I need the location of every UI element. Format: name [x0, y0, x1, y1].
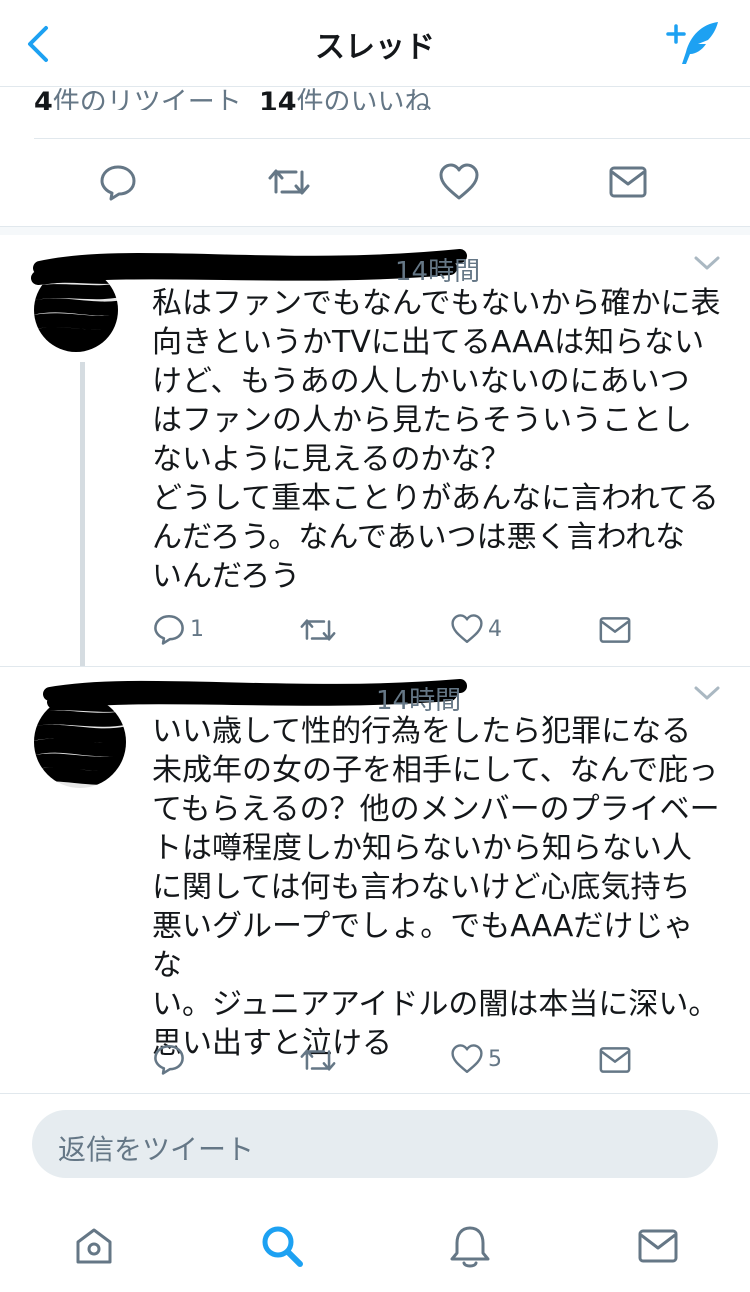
- more-options-button[interactable]: [692, 684, 722, 708]
- heart-icon: [451, 614, 483, 643]
- reply-icon: [154, 1044, 184, 1075]
- tab-notifications[interactable]: [440, 1216, 500, 1276]
- reply-button[interactable]: 1: [152, 612, 204, 646]
- like-button[interactable]: 4: [450, 613, 502, 645]
- chevron-down-icon: [694, 256, 720, 270]
- retweet-button[interactable]: [266, 162, 312, 202]
- compose-tweet-icon: [666, 22, 718, 64]
- retweet-button[interactable]: [298, 613, 338, 647]
- like-label[interactable]: 件のいいね: [297, 87, 432, 110]
- like-count: 5: [488, 1046, 502, 1072]
- reply-button[interactable]: [152, 1042, 186, 1076]
- search-icon: [262, 1226, 303, 1267]
- retweet-icon: [268, 169, 310, 195]
- share-dm-button[interactable]: [608, 164, 648, 200]
- reply-icon: [100, 165, 136, 201]
- like-button[interactable]: 5: [450, 1043, 502, 1075]
- tab-messages[interactable]: [628, 1216, 688, 1276]
- page-title: スレッド: [315, 30, 435, 65]
- main-tweet-actions: [0, 140, 750, 227]
- reply-text: 私はファンでもなんでもないから確かに表 向きというかTVに出てるAAAは知らない…: [152, 286, 721, 594]
- chevron-down-icon: [694, 686, 720, 700]
- divider: [34, 138, 750, 139]
- share-dm-button[interactable]: [598, 615, 632, 645]
- retweet-icon: [300, 1049, 336, 1071]
- like-button[interactable]: [438, 162, 480, 202]
- reply-count: 1: [190, 616, 204, 642]
- notifications-icon: [450, 1226, 490, 1268]
- reply-composer-placeholder: 返信をツイート: [58, 1133, 255, 1166]
- reply-button[interactable]: [98, 162, 138, 202]
- retweet-label[interactable]: 件のリツイート: [53, 87, 242, 110]
- thread-connector: [80, 362, 85, 666]
- envelope-icon: [609, 166, 647, 198]
- envelope-icon: [599, 617, 631, 643]
- retweet-count[interactable]: 4: [34, 87, 53, 110]
- like-count: 4: [488, 616, 502, 642]
- tab-home[interactable]: [64, 1216, 124, 1276]
- compose-tweet-button[interactable]: [662, 18, 726, 70]
- retweet-icon: [300, 619, 336, 641]
- share-dm-button[interactable]: [598, 1045, 632, 1075]
- like-count[interactable]: 14: [259, 87, 297, 110]
- tab-search[interactable]: [252, 1216, 312, 1276]
- reply-divider: [0, 1093, 750, 1094]
- more-options-button[interactable]: [692, 254, 722, 278]
- envelope-icon: [599, 1047, 631, 1073]
- reply-text: いい歳して性的行為をしたら犯罪になる 未成年の女の子を相手にして、なんで庇っ て…: [152, 714, 720, 1061]
- heart-icon: [439, 163, 479, 200]
- messages-icon: [638, 1229, 678, 1263]
- home-icon: [76, 1228, 112, 1264]
- section-gap: [0, 227, 750, 235]
- tweet-stats: 4件のリツイート 14件のいいね: [34, 80, 432, 110]
- heart-icon: [451, 1044, 483, 1073]
- reply-icon: [154, 614, 184, 645]
- retweet-button[interactable]: [298, 1043, 338, 1077]
- reply-timestamp: 14時間: [395, 257, 481, 287]
- bottom-tab-bar: [0, 1196, 750, 1292]
